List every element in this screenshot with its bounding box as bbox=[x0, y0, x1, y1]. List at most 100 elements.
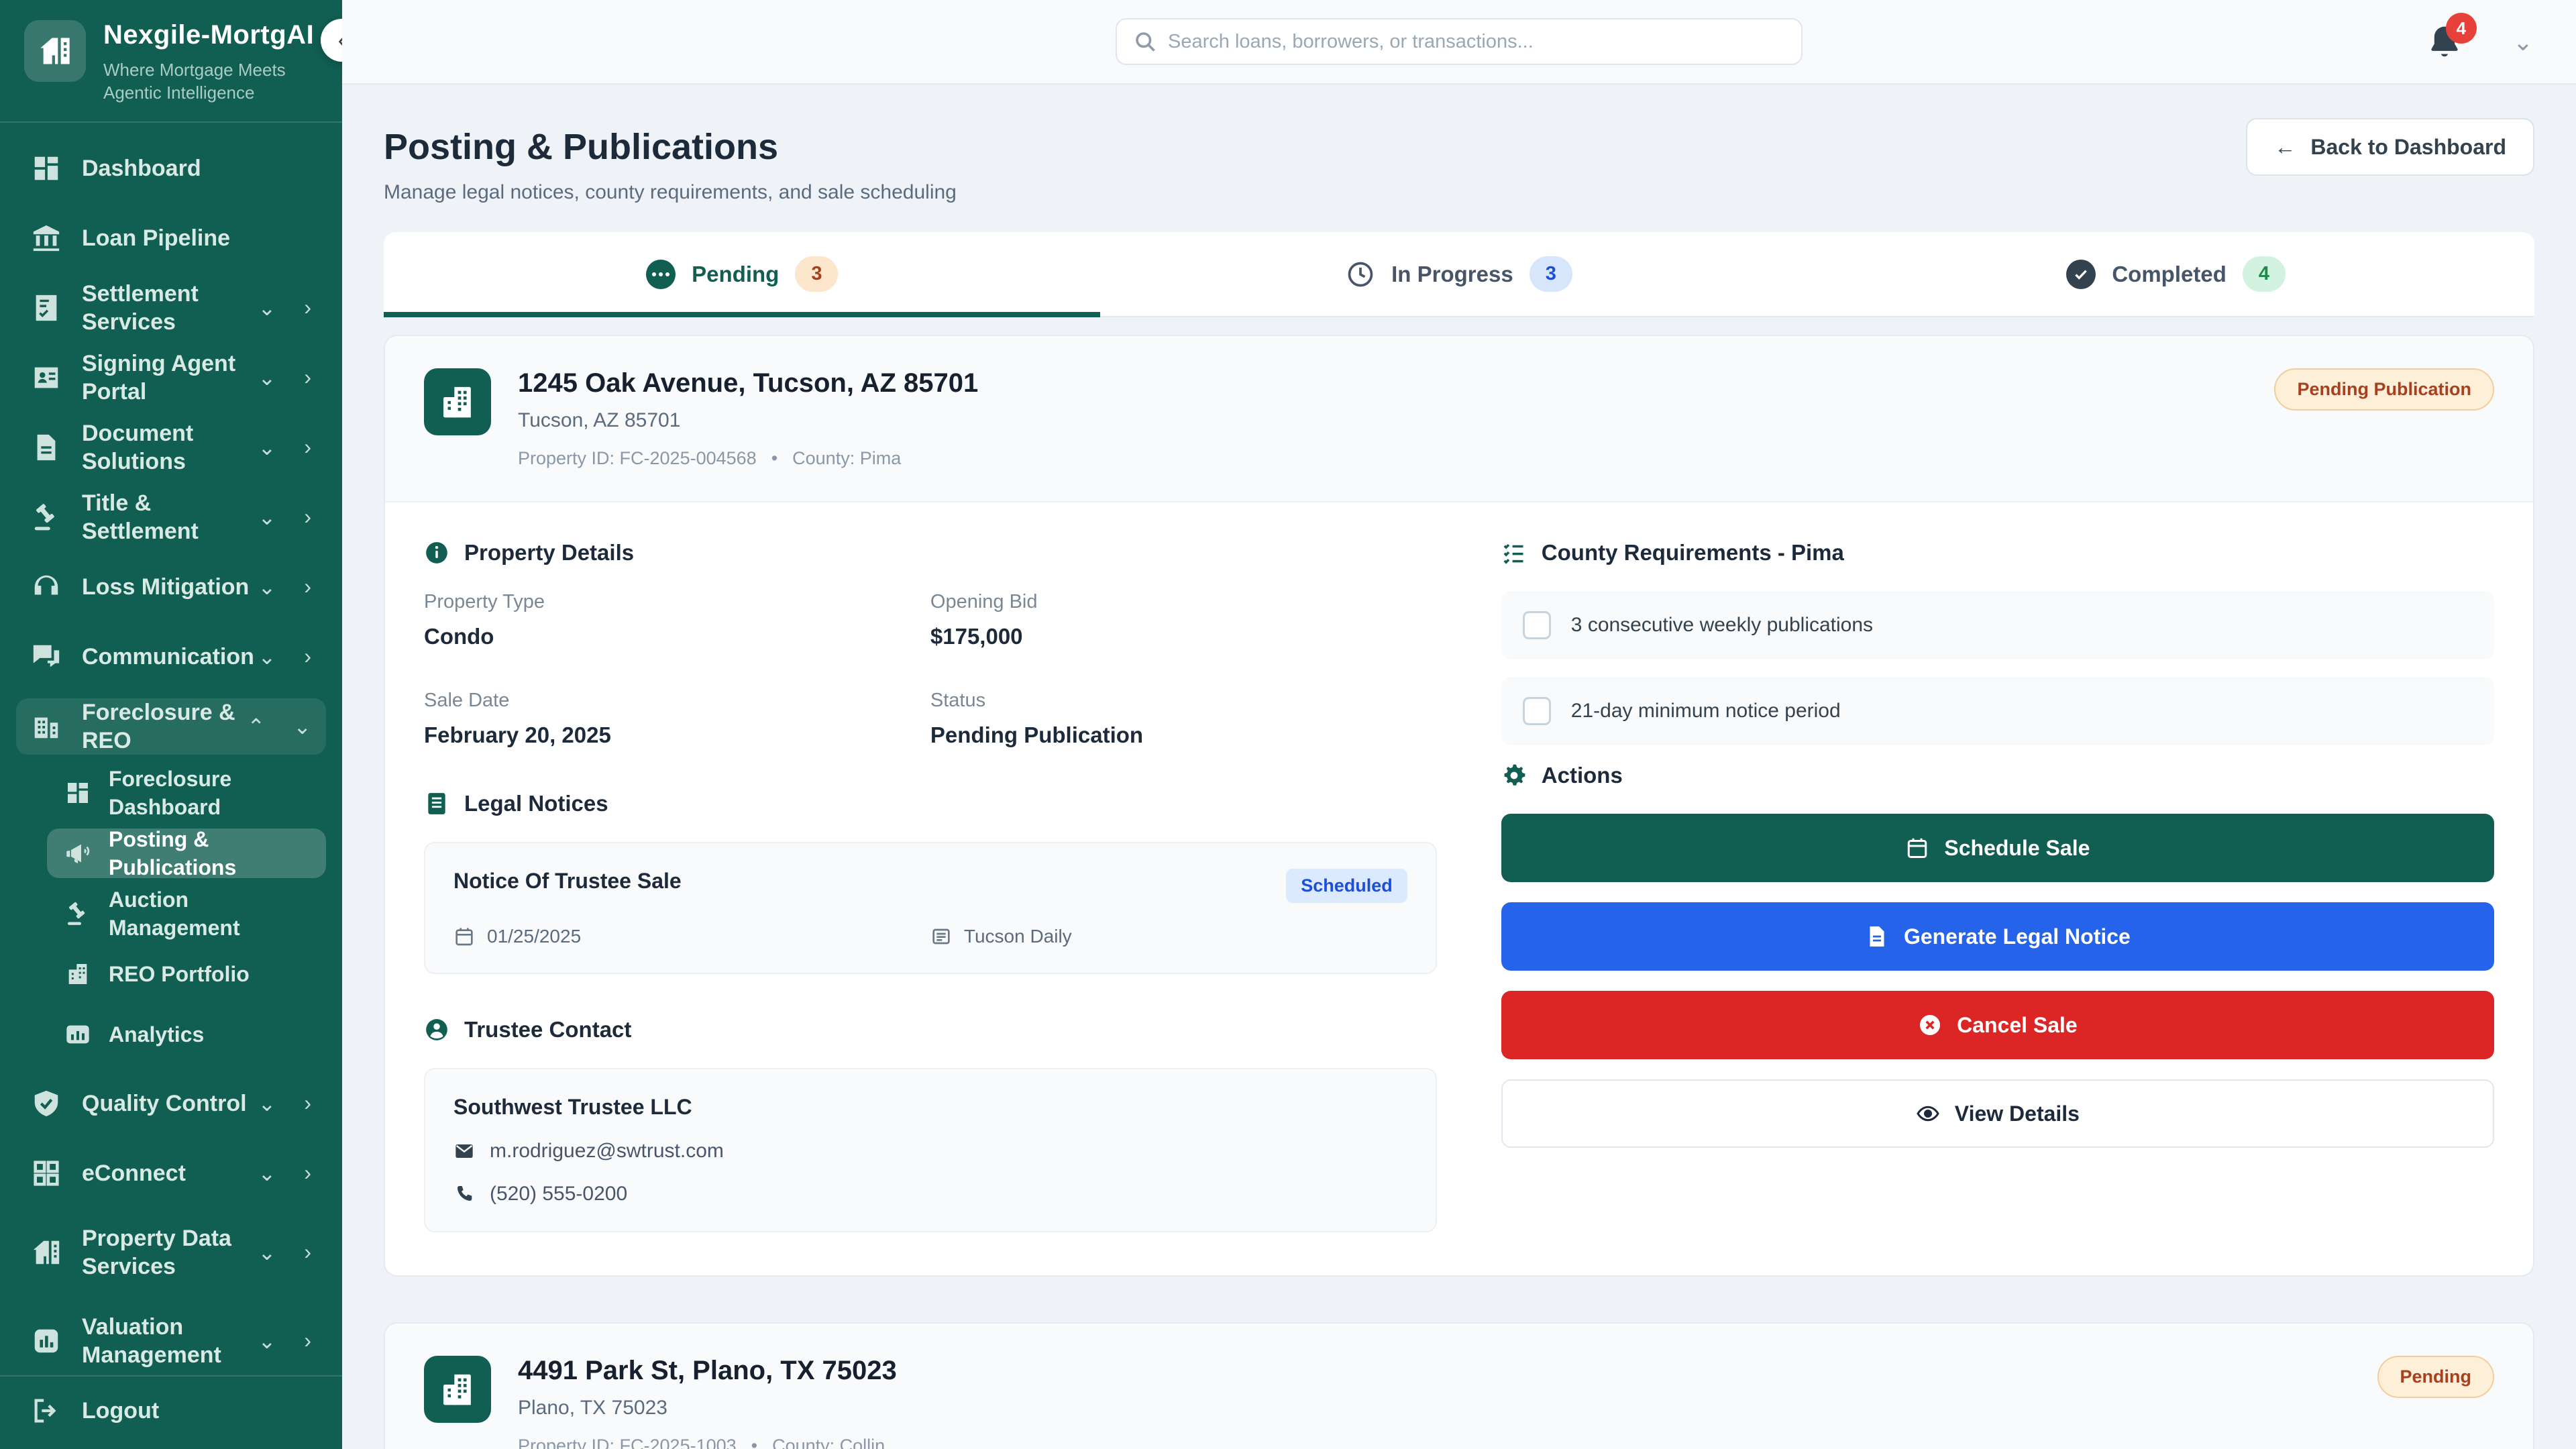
sidebar-item-loan-pipeline[interactable]: Loan Pipeline bbox=[16, 210, 326, 266]
chevron-right-icon[interactable]: › bbox=[304, 504, 311, 530]
chevron-down-icon[interactable]: ⌄ bbox=[258, 1161, 276, 1186]
tab-completed[interactable]: Completed 4 bbox=[1817, 232, 2534, 316]
property-address: 4491 Park St, Plano, TX 75023 bbox=[518, 1356, 897, 1386]
search-input[interactable] bbox=[1116, 18, 1803, 65]
chevron-down-icon[interactable]: ⌄ bbox=[258, 504, 276, 530]
field-value: Pending Publication bbox=[930, 722, 1437, 748]
sidebar-item-posting-publications[interactable]: Posting & Publications bbox=[47, 828, 326, 878]
section-title: Property Details bbox=[464, 540, 634, 566]
checklist-icon bbox=[1501, 540, 1527, 566]
property-card-1: 1245 Oak Avenue, Tucson, AZ 85701 Tucson… bbox=[384, 335, 2534, 1277]
chevron-down-icon[interactable]: ⌄ bbox=[258, 574, 276, 600]
chevron-down-icon[interactable]: ⌄ bbox=[258, 435, 276, 460]
tab-pending[interactable]: Pending 3 bbox=[384, 232, 1101, 316]
field-value: Condo bbox=[424, 624, 930, 649]
trustee-email[interactable]: m.rodriguez@swtrust.com bbox=[453, 1140, 1407, 1163]
generate-legal-notice-button[interactable]: Generate Legal Notice bbox=[1501, 902, 2494, 971]
global-search bbox=[1116, 18, 1803, 65]
tab-count-badge: 4 bbox=[2243, 256, 2286, 292]
sidebar-item-property-data-services[interactable]: Property Data Services ⌄› bbox=[16, 1215, 326, 1290]
chevron-right-icon[interactable]: › bbox=[304, 1091, 311, 1116]
field-value: $175,000 bbox=[930, 624, 1437, 649]
checkbox[interactable] bbox=[1523, 697, 1551, 725]
field-label: Opening Bid bbox=[930, 591, 1437, 613]
app-root: Nexgile-MortgAI Where Mortgage Meets Age… bbox=[0, 0, 2576, 1449]
sidebar-footer: Logout bbox=[0, 1375, 342, 1449]
cancel-sale-button[interactable]: Cancel Sale bbox=[1501, 991, 2494, 1059]
chevron-down-icon[interactable]: ⌄ bbox=[2513, 28, 2533, 56]
property-meta: Property ID: FC-2025-1003 • County: Coll… bbox=[518, 1436, 897, 1449]
id-card-icon bbox=[31, 362, 62, 393]
sidebar-item-dashboard[interactable]: Dashboard bbox=[16, 140, 326, 197]
trustee-phone[interactable]: (520) 555-0200 bbox=[453, 1183, 1407, 1205]
sidebar-item-auction-management[interactable]: Auction Management bbox=[47, 889, 326, 938]
bullet-separator: • bbox=[751, 1436, 757, 1449]
chevron-right-icon[interactable]: › bbox=[304, 644, 311, 669]
sidebar-item-quality-control[interactable]: Quality Control ⌄› bbox=[16, 1075, 326, 1132]
property-meta: Property ID: FC-2025-004568 • County: Pi… bbox=[518, 448, 978, 469]
gavel-icon bbox=[31, 502, 62, 533]
chevron-up-icon[interactable]: ⌃ bbox=[247, 714, 265, 739]
chevron-right-icon[interactable]: › bbox=[304, 1240, 311, 1265]
chevron-down-icon[interactable]: ⌄ bbox=[258, 644, 276, 669]
view-details-button[interactable]: View Details bbox=[1501, 1079, 2494, 1148]
chevron-right-icon[interactable]: › bbox=[304, 435, 311, 460]
sidebar-item-foreclosure-reo[interactable]: Foreclosure & REO ⌃⌄ bbox=[16, 698, 326, 755]
page-title: Posting & Publications bbox=[384, 126, 2534, 168]
bar-chart-icon bbox=[64, 1021, 91, 1048]
notifications-button[interactable]: 4 bbox=[2426, 23, 2463, 61]
sidebar-item-loss-mitigation[interactable]: Loss Mitigation ⌄› bbox=[16, 559, 326, 615]
chevron-down-icon[interactable]: ⌄ bbox=[258, 1328, 276, 1354]
chevron-right-icon[interactable]: › bbox=[304, 1328, 311, 1354]
chevron-down-icon[interactable]: ⌄ bbox=[293, 714, 311, 739]
chevron-right-icon[interactable]: › bbox=[304, 574, 311, 600]
chevron-down-icon[interactable]: ⌄ bbox=[258, 365, 276, 390]
logout-icon bbox=[31, 1395, 62, 1426]
field-label: Status bbox=[930, 690, 1437, 712]
sidebar-item-label: Valuation Management bbox=[82, 1313, 256, 1369]
logout-button[interactable]: Logout bbox=[0, 1377, 342, 1449]
chevron-right-icon[interactable]: › bbox=[304, 295, 311, 321]
sidebar-item-settlement-services[interactable]: Settlement Services ⌄› bbox=[16, 280, 326, 336]
chevron-down-icon[interactable]: ⌄ bbox=[258, 1240, 276, 1265]
eye-icon bbox=[1916, 1102, 1940, 1126]
back-to-dashboard-button[interactable]: ← Back to Dashboard bbox=[2246, 118, 2534, 176]
tab-in-progress[interactable]: In Progress 3 bbox=[1101, 232, 1818, 316]
megaphone-icon bbox=[64, 840, 91, 867]
sidebar-item-title-settlement[interactable]: Title & Settlement ⌄› bbox=[16, 489, 326, 545]
section-title: Legal Notices bbox=[464, 791, 608, 816]
sidebar-item-reo-portfolio[interactable]: REO Portfolio bbox=[47, 949, 326, 999]
chevron-left-icon: ‹ bbox=[338, 26, 342, 55]
house-data-icon bbox=[31, 1237, 62, 1268]
section-title: County Requirements - Pima bbox=[1542, 540, 1844, 566]
sidebar-item-signing-agent-portal[interactable]: Signing Agent Portal ⌄› bbox=[16, 350, 326, 406]
sidebar-item-document-solutions[interactable]: Document Solutions ⌄ › bbox=[16, 419, 326, 476]
chevron-right-icon[interactable]: › bbox=[304, 365, 311, 390]
sidebar-item-valuation-management[interactable]: Valuation Management ⌄ › bbox=[16, 1303, 326, 1379]
app-title-block: Nexgile-MortgAI Where Mortgage Meets Age… bbox=[103, 20, 314, 104]
property-card-header: 1245 Oak Avenue, Tucson, AZ 85701 Tucson… bbox=[385, 336, 2533, 502]
sidebar-item-foreclosure-dashboard[interactable]: Foreclosure Dashboard bbox=[47, 768, 326, 818]
property-details-heading: Property Details bbox=[424, 540, 1437, 566]
legal-notice-item[interactable]: Notice Of Trustee Sale Scheduled 01/25/2… bbox=[424, 842, 1437, 974]
chevron-down-icon[interactable]: ⌄ bbox=[258, 1091, 276, 1116]
property-header-text: 4491 Park St, Plano, TX 75023 Plano, TX … bbox=[518, 1356, 897, 1449]
sidebar-item-econnect[interactable]: eConnect ⌄› bbox=[16, 1145, 326, 1201]
field-property-type: Property Type Condo bbox=[424, 591, 930, 649]
sidebar-item-communication[interactable]: Communication ⌄› bbox=[16, 629, 326, 685]
section-title: Actions bbox=[1542, 763, 1623, 788]
schedule-sale-button[interactable]: Schedule Sale bbox=[1501, 814, 2494, 882]
sidebar-item-label: Document Solutions bbox=[82, 419, 258, 476]
chevron-down-icon[interactable]: ⌄ bbox=[258, 295, 276, 321]
property-card-body: Property Details Property Type Condo Ope… bbox=[385, 502, 2533, 1275]
x-circle-icon bbox=[1918, 1013, 1942, 1037]
arrow-left-icon: ← bbox=[2274, 135, 2296, 160]
property-card-header: 4491 Park St, Plano, TX 75023 Plano, TX … bbox=[385, 1324, 2533, 1449]
sidebar-item-analytics[interactable]: Analytics bbox=[47, 1010, 326, 1059]
main-area: 4 ⌄ Posting & Publications Manage legal … bbox=[342, 0, 2576, 1449]
checkbox[interactable] bbox=[1523, 611, 1551, 639]
tab-label: Pending bbox=[692, 262, 779, 287]
chevron-right-icon[interactable]: › bbox=[304, 1161, 311, 1186]
sidebar-item-label: Foreclosure Dashboard bbox=[109, 765, 309, 821]
sidebar-nav: Dashboard Loan Pipeline Settlement Servi… bbox=[0, 123, 342, 755]
